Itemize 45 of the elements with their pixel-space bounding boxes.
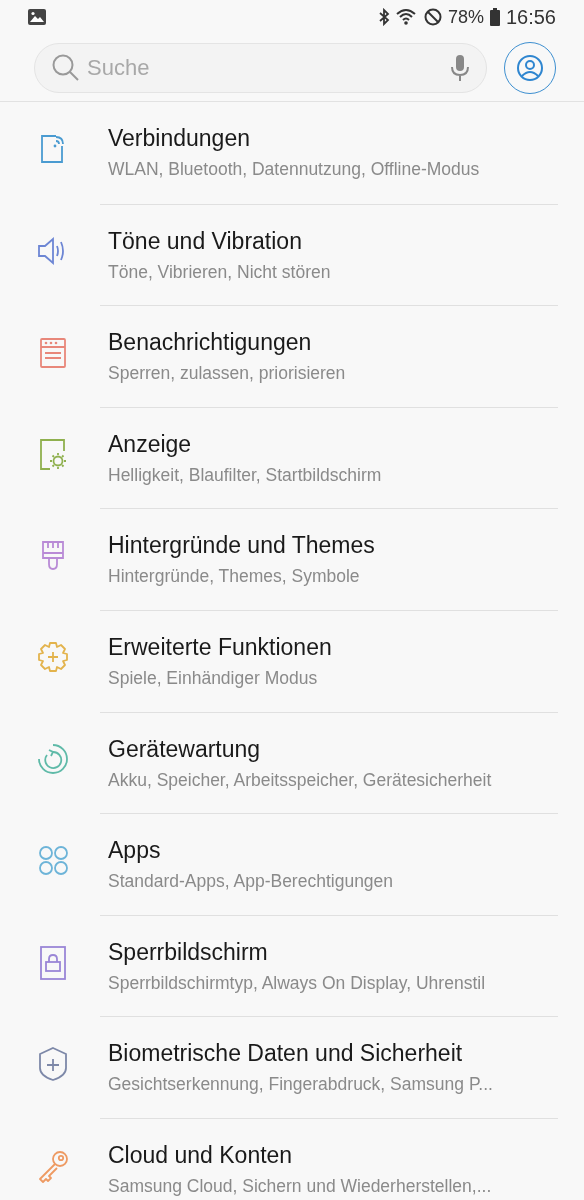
item-subtitle: WLAN, Bluetooth, Datennutzung, Offline-Modus — [107, 158, 481, 181]
wifi-icon — [395, 8, 418, 26]
item-subtitle: Samsung Cloud, Sichern und Wiederherstellen,... — [107, 1174, 493, 1198]
clock-time: 16:56 — [505, 5, 556, 30]
item-subtitle: Akku, Speicher, Arbeitsspeicher, Gerätesicherheit — [107, 768, 493, 792]
item-subtitle: Standard-Apps, App-Berechtigungen — [107, 870, 395, 894]
item-subtitle: Spiele, Einhändiger Modus — [107, 666, 319, 690]
settings-item[interactable]: Benachrichtigungen Sperren, zulassen, priorisieren — [0, 305, 584, 407]
item-title: Biometrische Daten und Sicherheit — [107, 1039, 464, 1068]
item-subtitle: Töne, Vibrieren, Nicht stören — [107, 260, 332, 284]
item-title: Verbindungen — [107, 124, 251, 152]
profile-icon — [517, 54, 543, 81]
item-subtitle: Helligkeit, Blaufilter, Startbildschirm — [107, 463, 383, 487]
settings-item[interactable]: Gerätewartung Akku, Speicher, Arbeitsspeicher, Gerätesicherheit — [0, 711, 584, 814]
item-title: Sperrbildschirm — [107, 937, 269, 966]
search-icon — [52, 52, 80, 83]
settings-item[interactable]: Hintergründe und Themes Hintergründe, Themes, Symbole — [0, 508, 584, 610]
settings-item[interactable]: Verbindungen WLAN, Bluetooth, Datennutzung, Offline-Modus — [0, 102, 584, 204]
item-title: Gerätewartung — [107, 734, 262, 763]
item-title: Anzeige — [107, 429, 193, 458]
do-not-disturb-icon — [423, 8, 442, 26]
battery-icon — [489, 8, 500, 26]
item-subtitle: Hintergründe, Themes, Symbole — [107, 565, 361, 589]
settings-item[interactable]: Sperrbildschirm Sperrbildschirmtyp, Always On Display, Uhrenstil — [0, 914, 584, 1017]
search-field[interactable]: Suche — [34, 42, 487, 93]
item-title: Hintergründe und Themes — [107, 531, 376, 560]
item-subtitle: Sperrbildschirmtyp, Always On Display, Uhrenstil — [107, 971, 487, 995]
microphone-icon[interactable] — [449, 53, 471, 82]
item-subtitle: Sperren, zulassen, priorisieren — [107, 362, 347, 386]
settings-item[interactable]: Biometrische Daten und Sicherheit Gesichtserkennung, Fingerabdruck, Samsung P... — [0, 1016, 584, 1118]
item-title: Töne und Vibration — [107, 226, 303, 255]
shield-plus-icon — [36, 1046, 70, 1083]
settings-item[interactable]: Apps Standard-Apps, App-Berechtigungen — [0, 813, 584, 915]
item-subtitle: Gesichtserkennung, Fingerabdruck, Samsung P... — [107, 1073, 494, 1097]
settings-item[interactable]: Erweiterte Funktionen Spiele, Einhändiger Modus — [0, 609, 584, 712]
item-title: Apps — [107, 836, 162, 865]
item-title: Cloud und Konten — [107, 1140, 294, 1169]
settings-item[interactable]: Anzeige Helligkeit, Blaufilter, Startbildschirm — [0, 406, 584, 509]
image-icon — [28, 9, 46, 25]
battery-percentage: 78% — [447, 5, 484, 29]
bluetooth-icon — [377, 8, 390, 26]
item-title: Benachrichtigungen — [107, 328, 313, 357]
settings-item[interactable]: Cloud und Konten Samsung Cloud, Sichern und Wiederherstellen,... — [0, 1117, 584, 1200]
settings-item[interactable]: Töne und Vibration Töne, Vibrieren, Nicht stören — [0, 203, 584, 306]
item-title: Erweiterte Funktionen — [107, 632, 333, 661]
